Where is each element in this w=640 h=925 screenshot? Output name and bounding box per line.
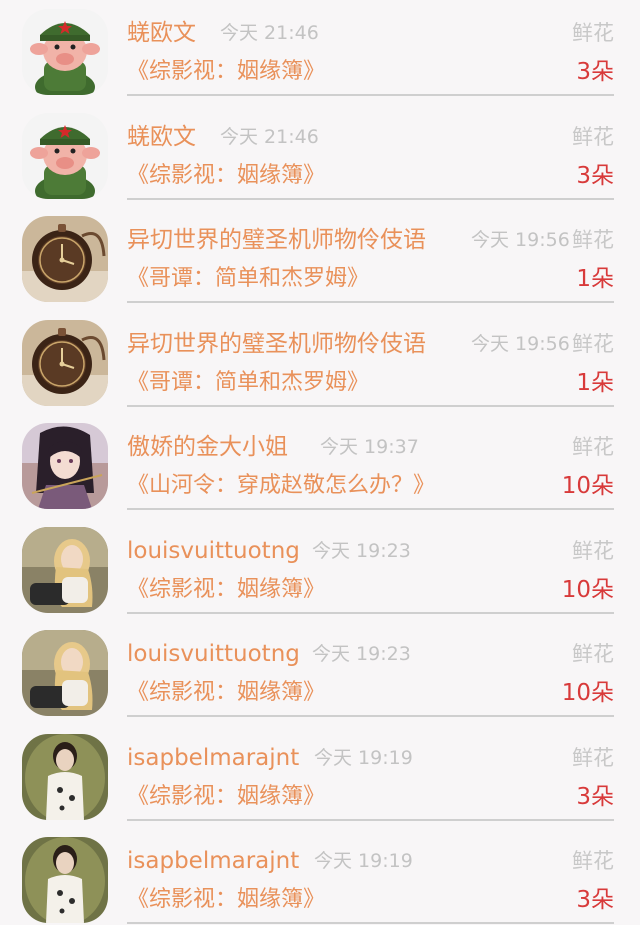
gift-type: 鲜花 xyxy=(572,538,614,563)
avatar[interactable] xyxy=(22,526,108,613)
gift-type: 鲜花 xyxy=(572,124,614,149)
avatar[interactable] xyxy=(22,733,108,820)
gift-count: 10朵 xyxy=(561,680,614,706)
book-title[interactable]: 《综影视：姻缘簿》 xyxy=(127,160,325,192)
user-name[interactable]: 异切世界的璧圣机师物伶伎语 xyxy=(127,328,426,360)
divider xyxy=(127,94,614,96)
timestamp: 今天 19:37 xyxy=(320,436,419,458)
gift-type: 鲜花 xyxy=(572,435,614,459)
book-title[interactable]: 《综影视：姻缘簿》 xyxy=(127,677,325,709)
gift-type: 鲜花 xyxy=(572,849,614,873)
gift-count: 1朵 xyxy=(576,369,614,396)
avatar[interactable] xyxy=(22,216,108,302)
user-name[interactable]: isapbelmarajnt xyxy=(127,845,299,877)
timestamp: 今天 19:19 xyxy=(314,746,413,769)
list-item[interactable]: louisvuittuotng 今天 19:23 鲜花 《综影视：姻缘簿》 10… xyxy=(0,518,640,622)
divider xyxy=(127,818,614,821)
timestamp: 今天 19:23 xyxy=(312,539,411,562)
user-name[interactable]: 蜣欧文 xyxy=(127,121,196,153)
book-title[interactable]: 《哥谭：简单和杰罗姆》 xyxy=(127,263,369,295)
gift-type: 鲜花 xyxy=(572,642,614,666)
list-item[interactable]: 异切世界的璧圣机师物伶伎语 今天 19:56 鲜花 《哥谭：简单和杰罗姆》 1朵 xyxy=(0,207,640,311)
gift-count: 3朵 xyxy=(576,162,614,189)
flower-gift-list: 蜣欧文 今天 21:46 鲜花 《综影视：姻缘簿》 3朵 蜣欧文 今天 21:4… xyxy=(0,0,640,925)
book-title[interactable]: 《综影视：姻缘簿》 xyxy=(127,781,325,813)
list-item[interactable]: isapbelmarajnt 今天 19:19 鲜花 《综影视：姻缘簿》 3朵 xyxy=(0,725,640,829)
user-name[interactable]: 异切世界的璧圣机师物伶伎语 xyxy=(127,224,426,256)
avatar[interactable] xyxy=(22,112,108,199)
gift-type: 鲜花 xyxy=(572,331,614,356)
gift-count: 1朵 xyxy=(576,266,614,292)
gift-count: 3朵 xyxy=(576,887,614,913)
divider xyxy=(127,197,614,200)
avatar[interactable] xyxy=(22,630,108,716)
gift-type: 鲜花 xyxy=(572,745,614,770)
gift-count: 3朵 xyxy=(576,783,614,810)
list-item[interactable]: 蜣欧文 今天 21:46 鲜花 《综影视：姻缘簿》 3朵 xyxy=(0,104,640,208)
book-title[interactable]: 《山河令：穿成赵敬怎么办？》 xyxy=(127,470,435,502)
user-name[interactable]: 蜣欧文 xyxy=(127,17,196,49)
divider xyxy=(127,611,614,614)
gift-count: 10朵 xyxy=(561,473,614,499)
timestamp: 今天 19:56 xyxy=(471,229,570,251)
book-title[interactable]: 《综影视：姻缘簿》 xyxy=(127,56,325,88)
avatar[interactable] xyxy=(22,9,108,95)
divider xyxy=(127,922,614,924)
avatar[interactable] xyxy=(22,837,108,923)
user-name[interactable]: isapbelmarajnt xyxy=(127,742,299,774)
user-name[interactable]: 傲娇的金大小姐 xyxy=(127,431,288,463)
divider xyxy=(127,301,614,303)
gift-count: 3朵 xyxy=(576,59,614,85)
list-item[interactable]: isapbelmarajnt 今天 19:19 鲜花 《综影视：姻缘簿》 3朵 xyxy=(0,828,640,925)
gift-type: 鲜花 xyxy=(572,21,614,45)
user-name[interactable]: louisvuittuotng xyxy=(127,535,300,567)
book-title[interactable]: 《综影视：姻缘簿》 xyxy=(127,884,325,916)
list-item[interactable]: 异切世界的璧圣机师物伶伎语 今天 19:56 鲜花 《哥谭：简单和杰罗姆》 1朵 xyxy=(0,311,640,415)
timestamp: 今天 19:19 xyxy=(314,850,413,872)
list-item[interactable]: louisvuittuotng 今天 19:23 鲜花 《综影视：姻缘簿》 10… xyxy=(0,621,640,725)
gift-type: 鲜花 xyxy=(572,228,614,252)
divider xyxy=(127,715,614,717)
timestamp: 今天 19:23 xyxy=(312,643,411,665)
timestamp: 今天 21:46 xyxy=(220,125,319,148)
timestamp: 今天 21:46 xyxy=(220,22,319,44)
avatar[interactable] xyxy=(22,319,108,406)
list-item[interactable]: 傲娇的金大小姐 今天 19:37 鲜花 《山河令：穿成赵敬怎么办？》 10朵 xyxy=(0,414,640,518)
book-title[interactable]: 《哥谭：简单和杰罗姆》 xyxy=(127,367,369,399)
divider xyxy=(127,508,614,510)
list-item[interactable]: 蜣欧文 今天 21:46 鲜花 《综影视：姻缘簿》 3朵 xyxy=(0,0,640,104)
timestamp: 今天 19:56 xyxy=(471,332,570,355)
avatar[interactable] xyxy=(22,423,108,509)
gift-count: 10朵 xyxy=(561,576,614,603)
book-title[interactable]: 《综影视：姻缘簿》 xyxy=(127,574,325,606)
user-name[interactable]: louisvuittuotng xyxy=(127,638,300,670)
divider xyxy=(127,404,614,407)
